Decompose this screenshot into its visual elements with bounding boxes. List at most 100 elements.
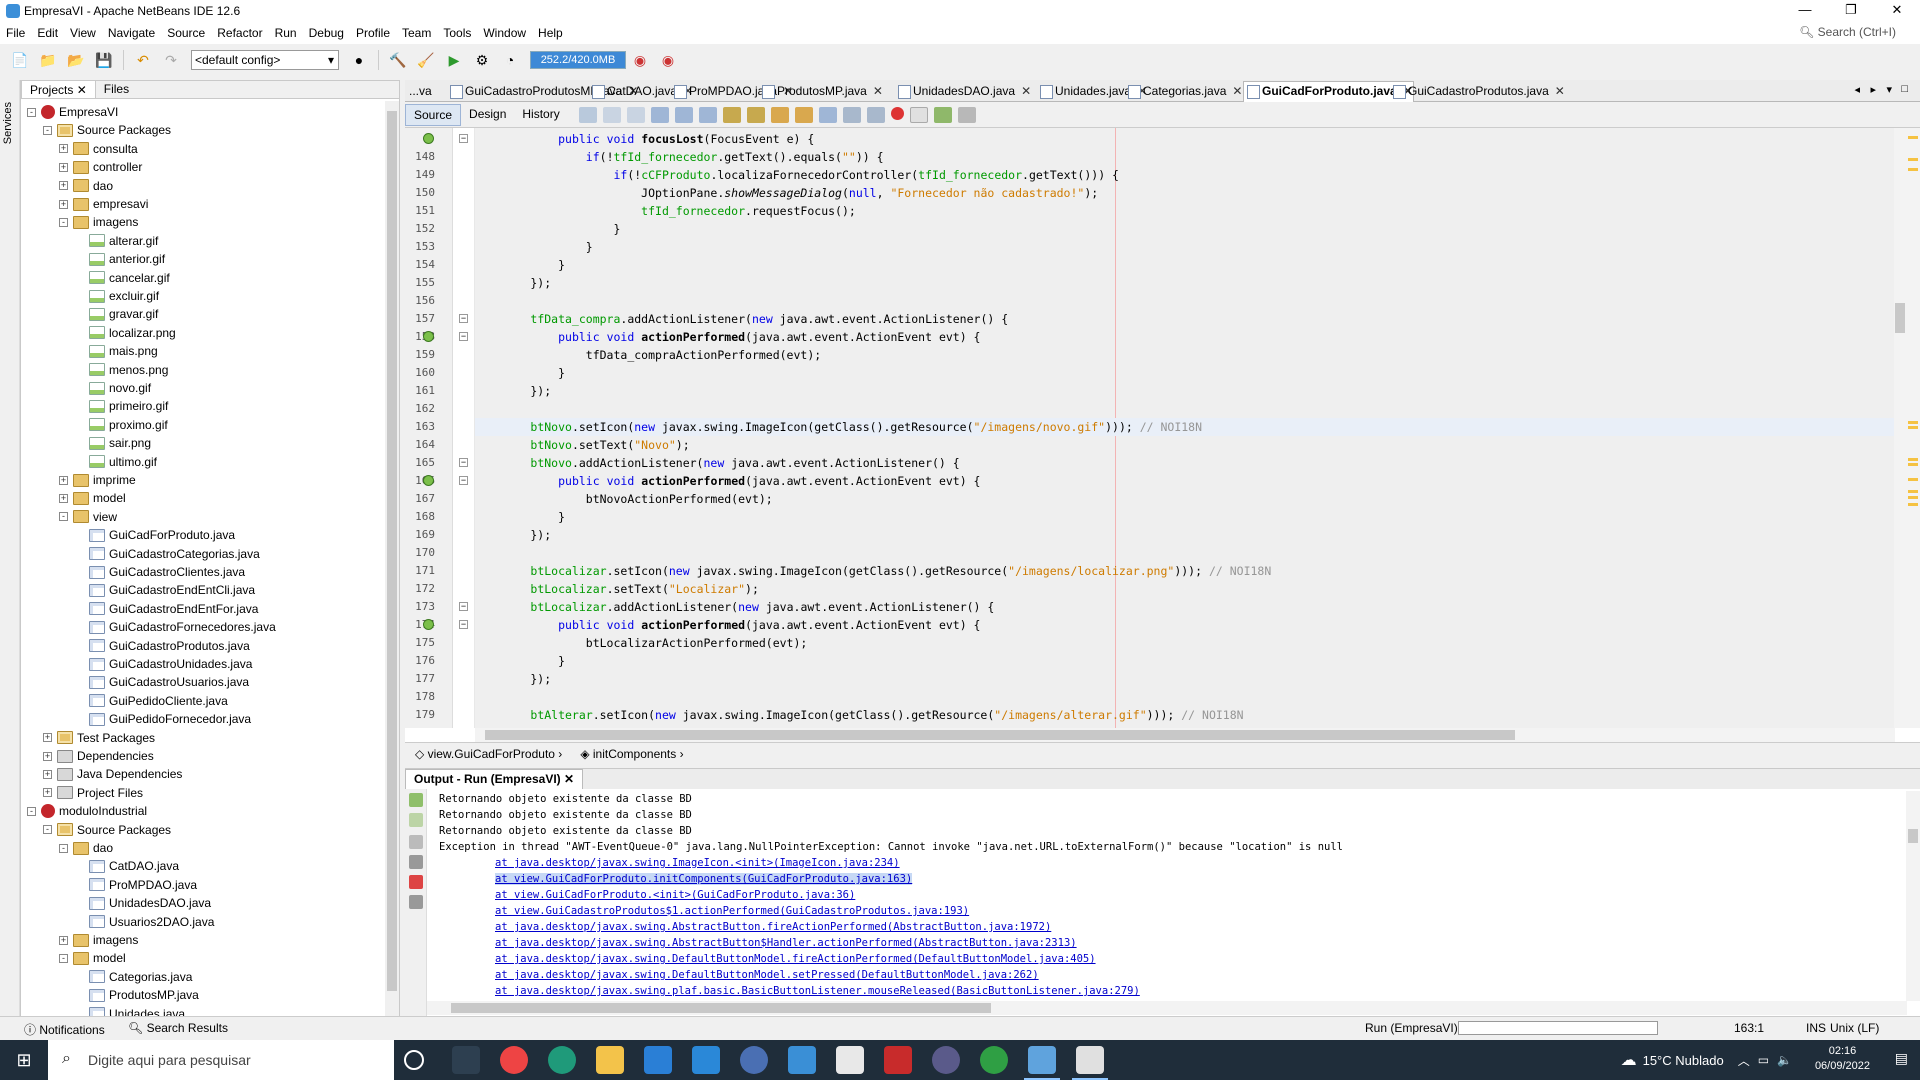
- tree-node[interactable]: proximo.gif: [75, 416, 168, 434]
- stripe-marker[interactable]: [1908, 478, 1918, 481]
- fold-toggle-icon[interactable]: −: [459, 332, 468, 341]
- debug-icon[interactable]: ⚙: [470, 49, 494, 71]
- expand-icon[interactable]: +: [43, 769, 52, 779]
- menu-run[interactable]: Run: [269, 26, 303, 40]
- tree-node[interactable]: cancelar.gif: [75, 269, 170, 287]
- stack-trace-link[interactable]: at java.desktop/javax.swing.plaf.basic.B…: [439, 983, 1879, 999]
- code-line[interactable]: tfData_compra.addActionListener(new java…: [475, 310, 1895, 328]
- expand-icon[interactable]: +: [59, 181, 68, 191]
- menu-navigate[interactable]: Navigate: [102, 26, 161, 40]
- code-line[interactable]: }: [475, 220, 1895, 238]
- stripe-marker[interactable]: [1908, 136, 1918, 139]
- stripe-marker[interactable]: [1908, 490, 1918, 493]
- stripe-marker[interactable]: [1908, 421, 1918, 424]
- expand-icon[interactable]: +: [59, 493, 68, 503]
- menu-window[interactable]: Window: [477, 26, 532, 40]
- notifications-button[interactable]: ⓘ Notifications: [24, 1021, 105, 1038]
- restore-button[interactable]: ❐: [1828, 0, 1874, 22]
- java-app-taskbar-icon[interactable]: [1072, 1046, 1108, 1080]
- toggle-highlight-icon[interactable]: [722, 106, 741, 123]
- run-icon[interactable]: ▶: [442, 49, 466, 71]
- menu-view[interactable]: View: [64, 26, 102, 40]
- gc-icon[interactable]: ◉: [628, 49, 652, 71]
- menu-help[interactable]: Help: [532, 26, 569, 40]
- expand-icon[interactable]: +: [59, 144, 68, 154]
- collapse-icon[interactable]: -: [59, 953, 68, 963]
- tree-node[interactable]: sair.png: [75, 434, 151, 452]
- stack-trace-link[interactable]: at view.GuiCadForProduto.<init>(GuiCadFo…: [439, 887, 1879, 903]
- editor-hscrollbar[interactable]: [475, 728, 1895, 742]
- tree-node[interactable]: menos.png: [75, 361, 168, 379]
- tree-node[interactable]: - Source Packages: [43, 821, 171, 839]
- menu-file[interactable]: File: [0, 26, 31, 40]
- save-all-icon[interactable]: 💾: [92, 49, 116, 71]
- code-line[interactable]: }: [475, 652, 1895, 670]
- tree-node[interactable]: + empresavi: [59, 195, 148, 213]
- profile-icon[interactable]: ◔: [498, 49, 522, 71]
- tree-node[interactable]: GuiCadastroProdutos.java: [75, 637, 250, 655]
- tree-node[interactable]: - Source Packages: [43, 121, 171, 139]
- fold-toggle-icon[interactable]: −: [459, 620, 468, 629]
- expand-icon[interactable]: +: [43, 733, 52, 743]
- code-line[interactable]: });: [475, 526, 1895, 544]
- tab-projects[interactable]: Projects ✕: [21, 80, 96, 98]
- settings-icon[interactable]: [409, 855, 423, 869]
- tree-node[interactable]: - EmpresaVI: [27, 103, 118, 121]
- code-line[interactable]: btNovo.setIcon(new javax.swing.ImageIcon…: [475, 418, 1895, 436]
- tree-node[interactable]: excluir.gif: [75, 287, 159, 305]
- tree-node[interactable]: Categorias.java: [75, 968, 192, 986]
- tree-node[interactable]: - moduloIndustrial: [27, 802, 147, 820]
- tree-node[interactable]: ProdutosMP.java: [75, 986, 199, 1004]
- tree-node[interactable]: + imagens: [59, 931, 138, 949]
- tree-node[interactable]: - imagens: [59, 213, 138, 231]
- fold-toggle-icon[interactable]: −: [459, 476, 468, 485]
- code-line[interactable]: btAlterar.setIcon(new javax.swing.ImageI…: [475, 706, 1895, 724]
- fold-toggle-icon[interactable]: −: [459, 314, 468, 323]
- tree-node[interactable]: UnidadesDAO.java: [75, 894, 211, 912]
- tab-output-run[interactable]: Output - Run (EmpresaVI) ✕: [405, 769, 584, 789]
- tree-node[interactable]: anterior.gif: [75, 250, 165, 268]
- undo-icon[interactable]: ↶: [131, 49, 155, 71]
- stack-trace-link[interactable]: at java.desktop/javax.swing.DefaultButto…: [439, 951, 1879, 967]
- editor-tab[interactable]: ...va: [405, 82, 432, 102]
- code-line[interactable]: [475, 544, 1895, 562]
- tree-node[interactable]: CatDAO.java: [75, 857, 179, 875]
- code-editor[interactable]: public void focusLost(FocusEvent e) { if…: [475, 128, 1895, 728]
- tree-node[interactable]: alterar.gif: [75, 232, 158, 250]
- cortana-icon[interactable]: [404, 1050, 424, 1070]
- editor-hscroll-thumb[interactable]: [485, 730, 1515, 740]
- tray-chevron-icon[interactable]: ︿: [1738, 1052, 1750, 1069]
- fold-toggle-icon[interactable]: −: [459, 458, 468, 467]
- collapse-icon[interactable]: -: [27, 107, 36, 117]
- stack-trace-link[interactable]: at view.GuiCadastroProdutos$1.actionPerf…: [439, 903, 1879, 919]
- breadcrumb-item[interactable]: ◇ view.GuiCadForProduto ›: [415, 747, 562, 761]
- override-marker-icon[interactable]: [423, 331, 434, 342]
- menu-refactor[interactable]: Refactor: [211, 26, 268, 40]
- tree-scrollbar[interactable]: [385, 101, 399, 1016]
- stripe-marker[interactable]: [1908, 503, 1918, 506]
- tree-node[interactable]: + imprime: [59, 471, 136, 489]
- forward-icon[interactable]: [626, 106, 645, 123]
- output-text[interactable]: Retornando objeto existente da classe BD…: [439, 791, 1879, 1001]
- stripe-marker[interactable]: [1908, 426, 1918, 429]
- minimize-button[interactable]: —: [1782, 0, 1828, 22]
- weather-text[interactable]: 15°C Nublado: [1643, 1053, 1724, 1068]
- toggle-rect-select-icon[interactable]: [746, 106, 765, 123]
- code-line[interactable]: tfId_fornecedor.requestFocus();: [475, 202, 1895, 220]
- stack-trace-link[interactable]: at java.desktop/javax.swing.AbstractButt…: [439, 919, 1879, 935]
- close-tab-icon[interactable]: ✕: [1021, 84, 1031, 98]
- expand-icon[interactable]: +: [59, 475, 68, 485]
- tab-design[interactable]: Design: [461, 104, 514, 126]
- code-line[interactable]: if(!tfId_fornecedor.getText().equals("")…: [475, 148, 1895, 166]
- stripe-marker[interactable]: [1908, 168, 1918, 171]
- stripe-marker[interactable]: [1908, 458, 1918, 461]
- close-tab-icon[interactable]: ✕: [1232, 84, 1242, 98]
- fold-toggle-icon[interactable]: −: [459, 602, 468, 611]
- notification-center-icon[interactable]: ▤: [1895, 1050, 1908, 1067]
- tree-node[interactable]: mais.png: [75, 342, 158, 360]
- editor-tab[interactable]: Categorias.java ✕: [1125, 82, 1242, 102]
- new-project-icon[interactable]: 📁: [36, 49, 60, 71]
- app-icon-white[interactable]: [836, 1046, 864, 1074]
- shift-left-icon[interactable]: [842, 106, 861, 123]
- code-line[interactable]: public void actionPerformed(java.awt.eve…: [475, 328, 1895, 346]
